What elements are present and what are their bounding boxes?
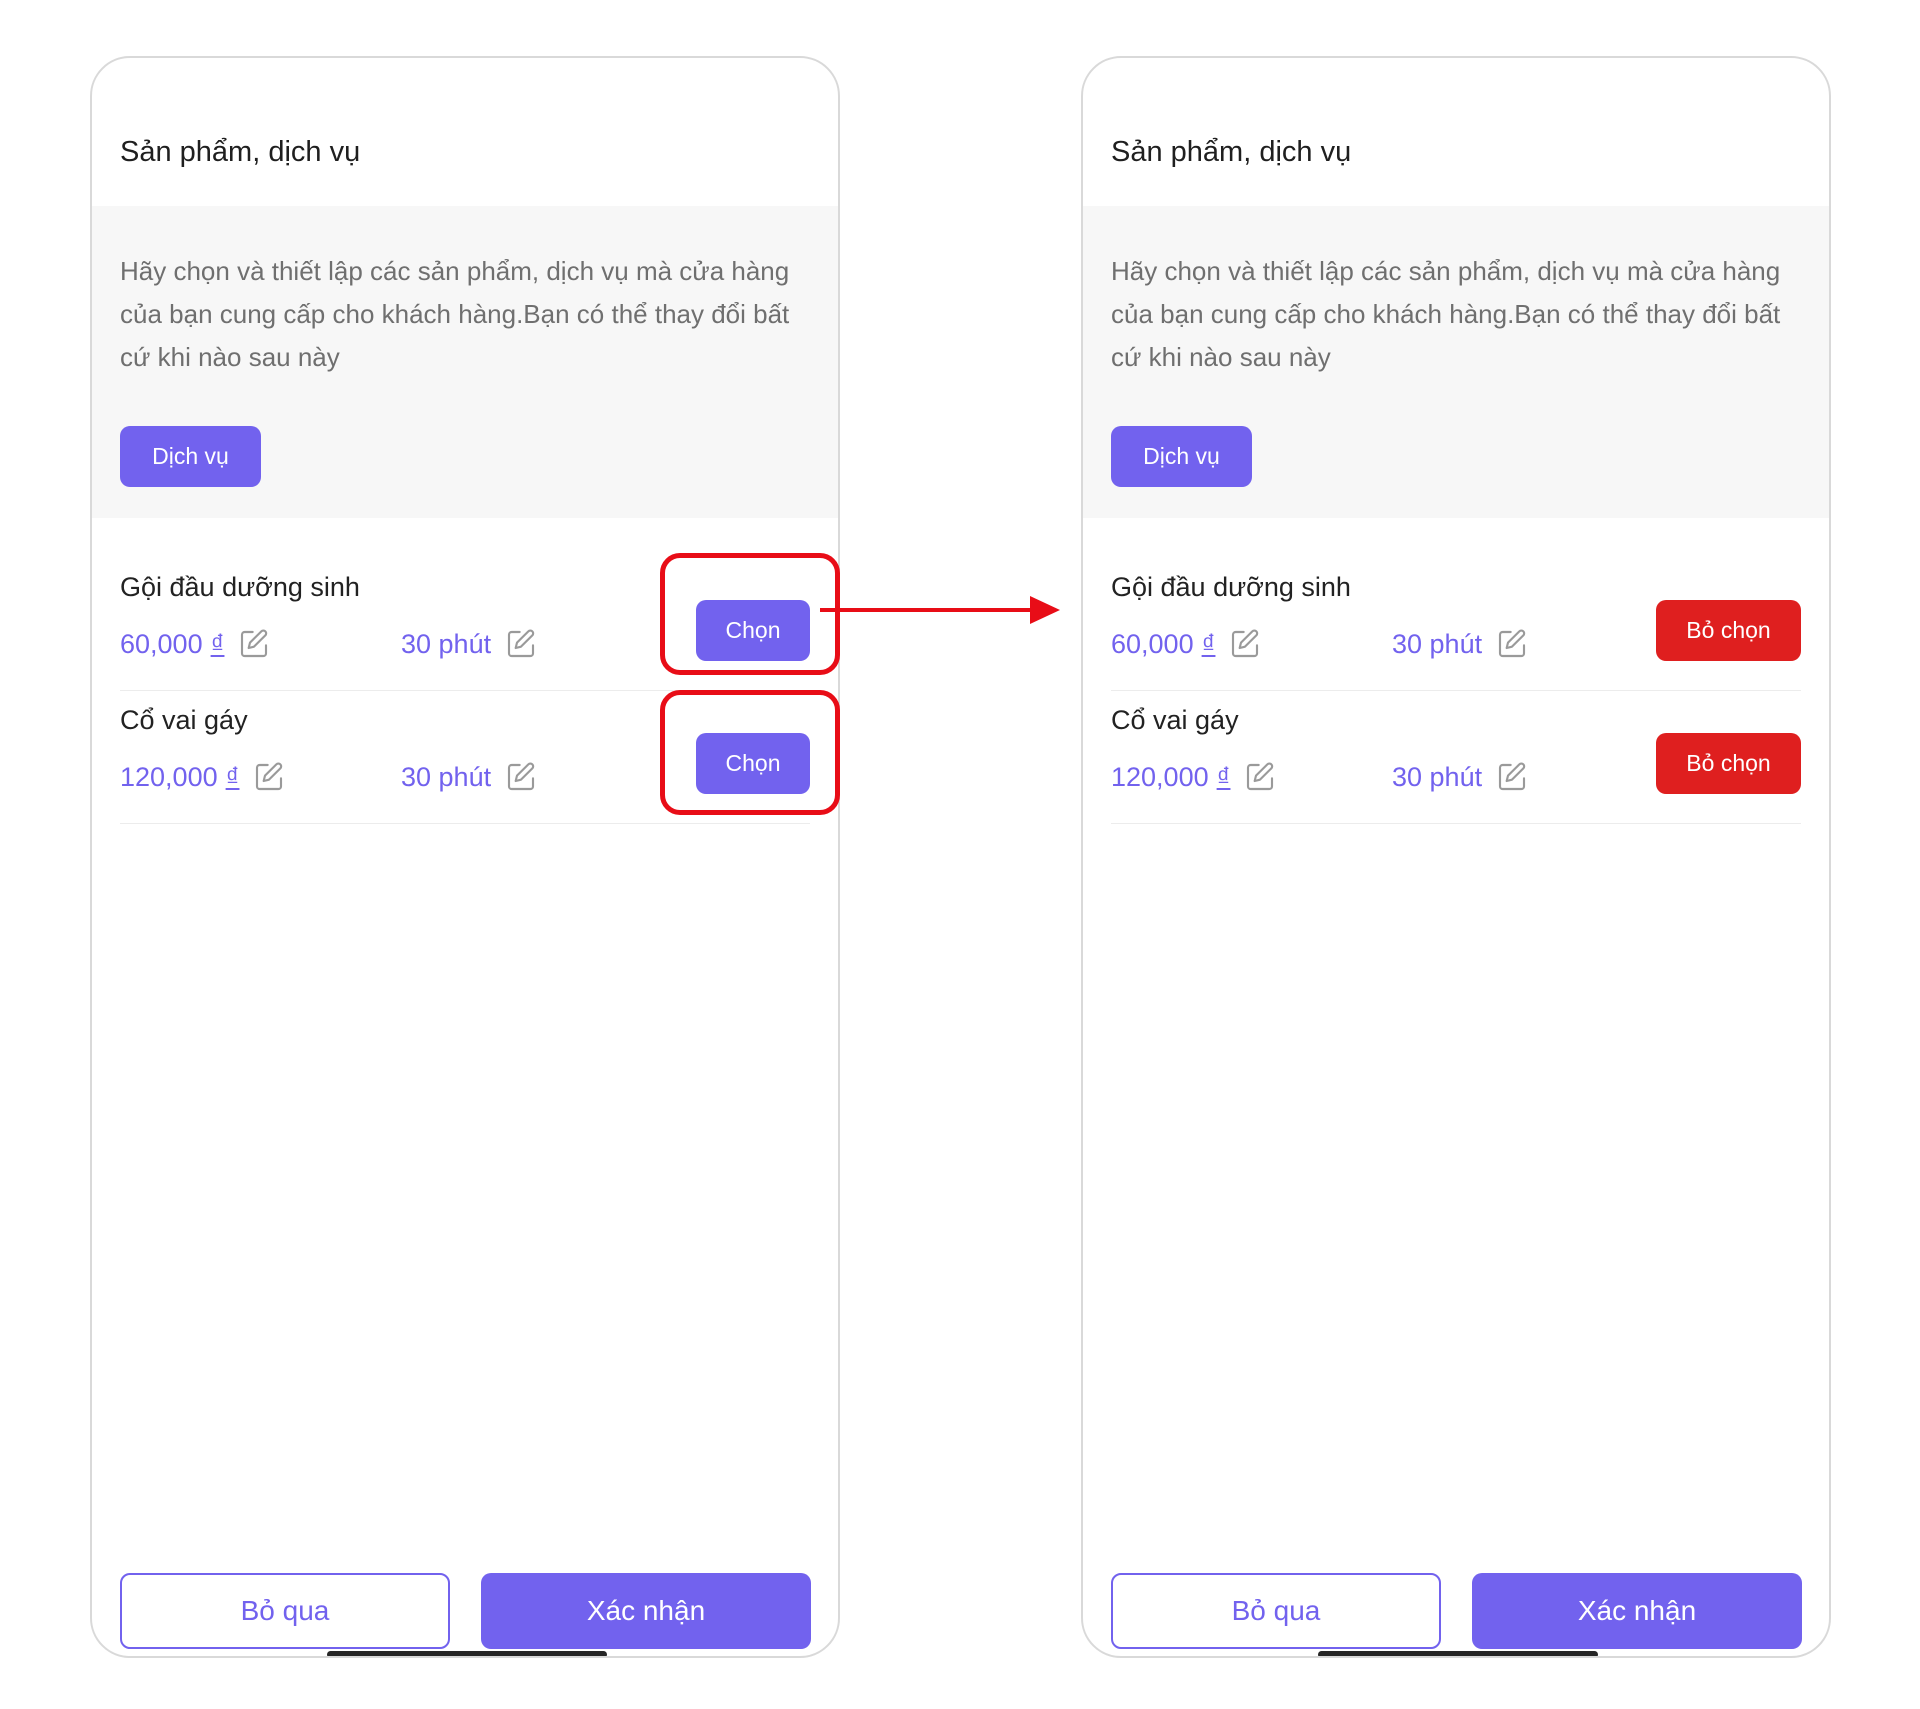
service-row: Cổ vai gáy 120,000 ₫ 30 phút Bỏ chọn [1111,691,1801,824]
price-value: 60,000 [1111,628,1194,659]
service-duration[interactable]: 30 phút [401,628,537,660]
duration-value: 30 phút [1392,761,1483,792]
service-duration[interactable]: 30 phút [1392,761,1528,793]
price-value: 60,000 [120,628,203,659]
intro-text: Hãy chọn và thiết lập các sản phẩm, dịch… [1111,256,1781,372]
service-price[interactable]: 60,000 ₫ [1111,628,1261,660]
intro-panel: Hãy chọn và thiết lập các sản phẩm, dịch… [1083,206,1829,518]
confirm-button[interactable]: Xác nhận [481,1573,811,1649]
edit-price-icon[interactable] [238,628,270,660]
price-value: 120,000 [1111,761,1209,792]
highlight-box-second-select [660,690,840,815]
service-price[interactable]: 60,000 ₫ [120,628,270,660]
duration-value: 30 phút [1392,628,1483,659]
duration-value: 30 phút [401,628,492,659]
category-service-button[interactable]: Dịch vụ [120,426,261,487]
highlight-box-first-select [660,553,840,675]
service-price[interactable]: 120,000 ₫ [1111,761,1276,793]
confirm-button[interactable]: Xác nhận [1472,1573,1802,1649]
service-duration[interactable]: 30 phút [1392,628,1528,660]
service-row: Gội đầu dưỡng sinh 60,000 ₫ 30 phút Bỏ c… [1111,558,1801,691]
edit-duration-icon[interactable] [505,628,537,660]
currency-symbol: ₫ [1201,628,1216,659]
category-service-button[interactable]: Dịch vụ [1111,426,1252,487]
page-title: Sản phẩm, dịch vụ [1111,136,1352,168]
service-duration[interactable]: 30 phút [401,761,537,793]
edit-duration-icon[interactable] [1496,761,1528,793]
transition-arrow-icon [820,596,1060,624]
footer-actions: Bỏ qua Xác nhận [1083,1523,1829,1656]
home-indicator [1318,1651,1598,1656]
edit-price-icon[interactable] [1229,628,1261,660]
unselect-service-button[interactable]: Bỏ chọn [1656,600,1801,661]
service-price[interactable]: 120,000 ₫ [120,761,285,793]
home-indicator [327,1651,607,1656]
footer-actions: Bỏ qua Xác nhận [92,1523,838,1656]
edit-price-icon[interactable] [1244,761,1276,793]
skip-button[interactable]: Bỏ qua [1111,1573,1441,1649]
price-value: 120,000 [120,761,218,792]
edit-price-icon[interactable] [253,761,285,793]
currency-symbol: ₫ [210,628,225,659]
currency-symbol: ₫ [225,761,240,792]
service-name: Gội đầu dưỡng sinh [120,572,360,602]
duration-value: 30 phút [401,761,492,792]
service-name: Cổ vai gáy [120,705,248,735]
currency-symbol: ₫ [1216,761,1231,792]
screen-after-selection: Sản phẩm, dịch vụ Hãy chọn và thiết lập … [1081,56,1831,1658]
service-name: Cổ vai gáy [1111,705,1239,735]
screen-before-selection: Sản phẩm, dịch vụ Hãy chọn và thiết lập … [90,56,840,1658]
unselect-service-button[interactable]: Bỏ chọn [1656,733,1801,794]
intro-text: Hãy chọn và thiết lập các sản phẩm, dịch… [120,256,790,372]
skip-button[interactable]: Bỏ qua [120,1573,450,1649]
edit-duration-icon[interactable] [1496,628,1528,660]
edit-duration-icon[interactable] [505,761,537,793]
service-name: Gội đầu dưỡng sinh [1111,572,1351,602]
intro-panel: Hãy chọn và thiết lập các sản phẩm, dịch… [92,206,838,518]
page-title: Sản phẩm, dịch vụ [120,136,361,168]
